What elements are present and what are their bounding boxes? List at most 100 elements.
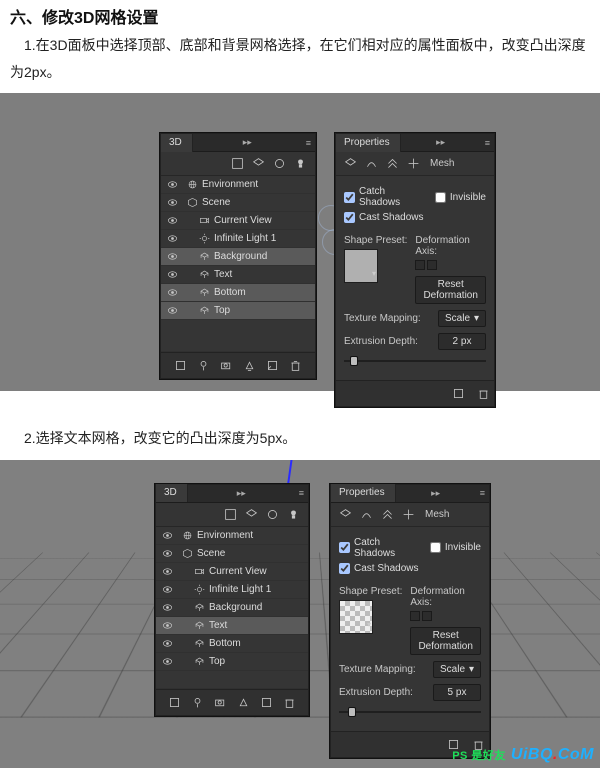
filter-all-icon[interactable]: [231, 157, 244, 170]
panel-collapse-icon[interactable]: ▸▸: [431, 488, 440, 499]
texture-mapping-select[interactable]: Scale▾: [438, 310, 486, 327]
visibility-eye-icon[interactable]: [165, 233, 179, 244]
visibility-eye-icon[interactable]: [165, 269, 179, 280]
layer-row-scene[interactable]: Scene: [161, 194, 315, 212]
panel-collapse-icon[interactable]: ▸▸: [237, 488, 246, 499]
panel-properties[interactable]: Properties ▸▸ ≡ Mesh Catch Shadows Invis…: [330, 484, 490, 758]
panel-menu-icon[interactable]: ≡: [480, 488, 485, 498]
extrusion-depth-slider[interactable]: [339, 707, 481, 717]
filter-mesh-icon[interactable]: [245, 508, 258, 521]
prop-mesh-icon[interactable]: [339, 508, 352, 521]
footer-render-icon[interactable]: [174, 359, 187, 372]
cast-shadows-checkbox[interactable]: Cast Shadows: [339, 563, 418, 574]
invisible-checkbox[interactable]: Invisible: [435, 192, 486, 203]
filter-mesh-icon[interactable]: [252, 157, 265, 170]
layer-row-environment[interactable]: Environment: [156, 527, 308, 545]
extrusion-depth-input[interactable]: 2 px: [438, 333, 486, 350]
panel-properties-tab[interactable]: Properties: [336, 134, 401, 152]
panel-properties[interactable]: Properties ▸▸ ≡ Mesh Catch Shadows Invis…: [335, 133, 495, 407]
layer-row-current-view[interactable]: Current View: [161, 212, 315, 230]
layer-row-background[interactable]: Background: [161, 248, 315, 266]
invisible-checkbox[interactable]: Invisible: [430, 542, 481, 553]
layer-row-infinite-light-1[interactable]: Infinite Light 1: [156, 581, 308, 599]
layer-row-scene[interactable]: Scene: [156, 545, 308, 563]
visibility-eye-icon[interactable]: [160, 602, 174, 613]
visibility-eye-icon[interactable]: [165, 305, 179, 316]
panel-menu-icon[interactable]: ≡: [299, 488, 304, 498]
panel-3d[interactable]: 3D ▸▸ ≡ EnvironmentSceneCurrent ViewInfi…: [155, 484, 309, 716]
footer-new-icon[interactable]: [260, 696, 273, 709]
visibility-eye-icon[interactable]: [165, 215, 179, 226]
layer-row-text[interactable]: Text: [156, 617, 308, 635]
layer-label: Scene: [202, 197, 309, 208]
footer-camera-icon[interactable]: [214, 696, 227, 709]
shape-preset-dropdown-icon[interactable]: ▾: [367, 600, 371, 634]
visibility-eye-icon[interactable]: [160, 656, 174, 667]
extrusion-depth-input[interactable]: 5 px: [433, 684, 481, 701]
footer-add-icon[interactable]: [243, 359, 256, 372]
axis-anchor-icon[interactable]: [427, 260, 437, 270]
prop-deform-icon[interactable]: [360, 508, 373, 521]
panel-properties-tab[interactable]: Properties: [331, 484, 396, 502]
layer-row-environment[interactable]: Environment: [161, 176, 315, 194]
section-heading: 六、修改3D网格设置: [10, 4, 600, 28]
visibility-eye-icon[interactable]: [160, 548, 174, 559]
filter-light-icon[interactable]: [294, 157, 307, 170]
prop-cap-icon[interactable]: [381, 508, 394, 521]
prop-cap-icon[interactable]: [386, 157, 399, 170]
footer-trash-icon[interactable]: [283, 696, 296, 709]
footer-camera-icon[interactable]: [220, 359, 233, 372]
shape-preset-dropdown-icon[interactable]: ▾: [372, 249, 376, 283]
panel-3d[interactable]: 3D ▸▸ ≡ Environment Scene Current ViewInfi…: [160, 133, 316, 379]
filter-light-icon[interactable]: [287, 508, 300, 521]
filter-all-icon[interactable]: [224, 508, 237, 521]
footer-new-icon[interactable]: [266, 359, 279, 372]
layer-row-top[interactable]: Top: [156, 653, 308, 671]
layer-row-bottom[interactable]: Bottom: [161, 284, 315, 302]
visibility-eye-icon[interactable]: [160, 638, 174, 649]
panel-3d-tab[interactable]: 3D: [156, 484, 188, 502]
filter-material-icon[interactable]: [266, 508, 279, 521]
cast-shadows-checkbox[interactable]: Cast Shadows: [344, 212, 423, 223]
visibility-eye-icon[interactable]: [165, 251, 179, 262]
footer-light-icon[interactable]: [191, 696, 204, 709]
reset-deformation-button[interactable]: Reset Deformation: [410, 627, 481, 655]
footer-render-icon[interactable]: [168, 696, 181, 709]
visibility-eye-icon[interactable]: [165, 197, 179, 208]
panel-menu-icon[interactable]: ≡: [306, 138, 311, 148]
axis-anchor-icon[interactable]: [415, 260, 425, 270]
axis-anchor-icon[interactable]: [410, 611, 420, 621]
prop-mesh-icon[interactable]: [344, 157, 357, 170]
panel-collapse-icon[interactable]: ▸▸: [243, 137, 252, 148]
layer-row-text[interactable]: Text: [161, 266, 315, 284]
layer-row-bottom[interactable]: Bottom: [156, 635, 308, 653]
visibility-eye-icon[interactable]: [160, 566, 174, 577]
footer-add-icon[interactable]: [237, 696, 250, 709]
reset-deformation-button[interactable]: Reset Deformation: [415, 276, 486, 304]
texture-mapping-select[interactable]: Scale▾: [433, 661, 481, 678]
panel-collapse-icon[interactable]: ▸▸: [436, 137, 445, 148]
visibility-eye-icon[interactable]: [165, 179, 179, 190]
footer-render-icon[interactable]: [452, 387, 465, 400]
layer-row-current-view[interactable]: Current View: [156, 563, 308, 581]
panel-menu-icon[interactable]: ≡: [485, 138, 490, 148]
panel-3d-tab[interactable]: 3D: [161, 134, 193, 152]
catch-shadows-checkbox[interactable]: Catch Shadows: [344, 186, 419, 208]
layer-row-infinite-light-1[interactable]: Infinite Light 1: [161, 230, 315, 248]
layer-row-background[interactable]: Background: [156, 599, 308, 617]
catch-shadows-checkbox[interactable]: Catch Shadows: [339, 537, 414, 559]
footer-trash-icon[interactable]: [477, 387, 490, 400]
extrusion-depth-slider[interactable]: [344, 356, 486, 366]
footer-trash-icon[interactable]: [289, 359, 302, 372]
visibility-eye-icon[interactable]: [165, 287, 179, 298]
filter-material-icon[interactable]: [273, 157, 286, 170]
visibility-eye-icon[interactable]: [160, 530, 174, 541]
visibility-eye-icon[interactable]: [160, 584, 174, 595]
layer-row-top[interactable]: Top: [161, 302, 315, 320]
prop-coord-icon[interactable]: [402, 508, 415, 521]
prop-deform-icon[interactable]: [365, 157, 378, 170]
axis-anchor-icon[interactable]: [422, 611, 432, 621]
footer-light-icon[interactable]: [197, 359, 210, 372]
prop-coord-icon[interactable]: [407, 157, 420, 170]
visibility-eye-icon[interactable]: [160, 620, 174, 631]
